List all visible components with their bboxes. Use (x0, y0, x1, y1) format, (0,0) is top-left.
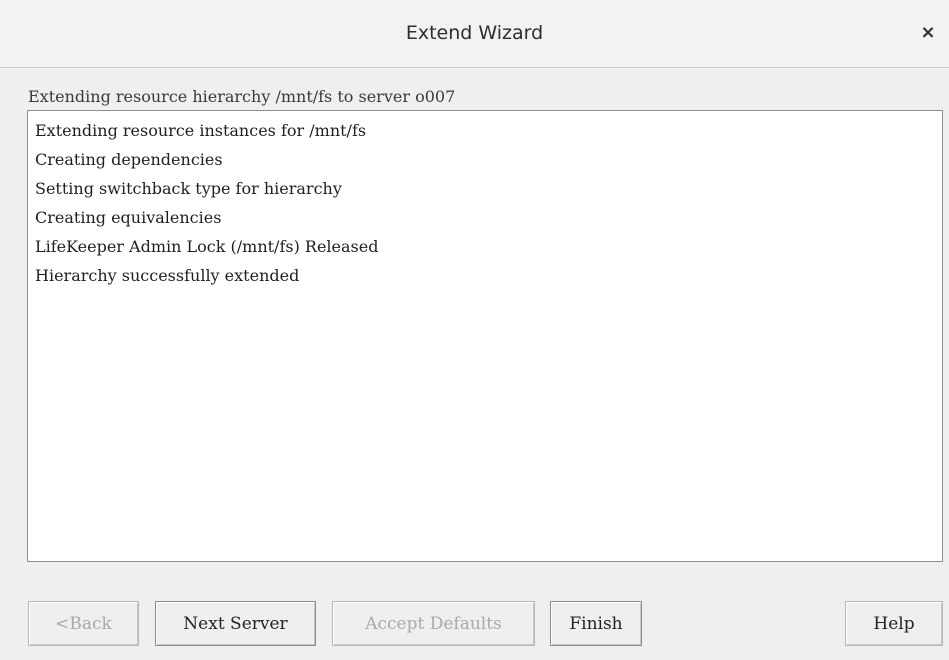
close-icon[interactable]: × (913, 16, 943, 48)
title-bar: Extend Wizard × (0, 0, 949, 68)
help-button[interactable]: Help (845, 601, 943, 646)
back-button[interactable]: <Back (28, 601, 139, 646)
status-heading: Extending resource hierarchy /mnt/fs to … (28, 87, 456, 106)
next-server-button[interactable]: Next Server (155, 601, 316, 646)
log-line: Hierarchy successfully extended (35, 266, 300, 285)
finish-button[interactable]: Finish (550, 601, 642, 646)
log-output-box: Extending resource instances for /mnt/fs… (27, 110, 943, 562)
log-line: Setting switchback type for hierarchy (35, 179, 342, 198)
log-line: LifeKeeper Admin Lock (/mnt/fs) Released (35, 237, 379, 256)
log-line: Creating equivalencies (35, 208, 222, 227)
accept-defaults-button[interactable]: Accept Defaults (332, 601, 535, 646)
window-title: Extend Wizard (405, 22, 544, 44)
log-line: Extending resource instances for /mnt/fs (35, 121, 367, 140)
log-line: Creating dependencies (35, 150, 223, 169)
extend-wizard-dialog: Extend Wizard × Extending resource hiera… (0, 0, 949, 660)
